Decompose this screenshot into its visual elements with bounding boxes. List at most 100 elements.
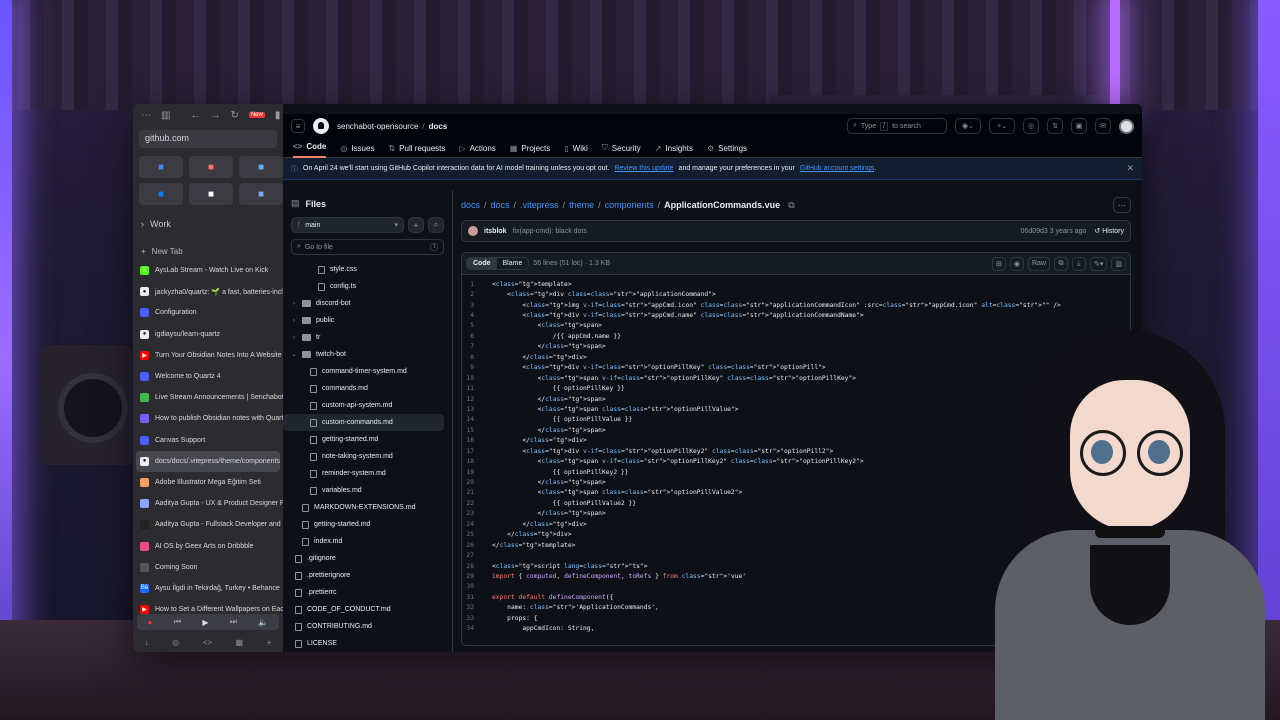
- line-number[interactable]: 12: [462, 396, 492, 403]
- reload-icon[interactable]: ↻: [230, 110, 238, 121]
- tree-file[interactable]: style.css: [283, 261, 452, 278]
- review-update-link[interactable]: Review this update: [614, 165, 673, 172]
- tree-folder[interactable]: › tr: [283, 329, 452, 346]
- tree-file[interactable]: .prettierrc: [283, 584, 452, 601]
- more-options-icon[interactable]: ⋯: [1113, 197, 1131, 213]
- line-number[interactable]: 17: [462, 448, 492, 455]
- sidebar-tab[interactable]: Aaditya Gupta - UX & Product Designer Po: [133, 493, 283, 514]
- line-number[interactable]: 21: [462, 489, 492, 496]
- sidebar-tab[interactable]: ● docs/docs/.vitepress/theme/components/: [136, 450, 280, 472]
- line-number[interactable]: 8: [462, 354, 492, 361]
- sidebar-tab[interactable]: Coming Soon: [133, 557, 283, 578]
- path-segment-link[interactable]: theme: [569, 200, 594, 210]
- sidebar-tab[interactable]: Welcome to Quartz 4: [133, 366, 283, 387]
- line-number[interactable]: 32: [462, 604, 492, 611]
- window-controls-icon[interactable]: ⋯: [141, 110, 151, 121]
- line-number[interactable]: 7: [462, 343, 492, 350]
- line-number[interactable]: 20: [462, 479, 492, 486]
- sidebar-tab[interactable]: K AysLab Stream - Watch Live on Kick: [133, 260, 283, 281]
- sidebar-tab[interactable]: AI OS by Geex Arts on Dribbble: [133, 535, 283, 556]
- tree-file[interactable]: custom-api-system.md: [283, 397, 452, 414]
- dev-icon[interactable]: <>: [203, 638, 212, 647]
- sidebar-tab[interactable]: Live Stream Announcements | Senchabot: [133, 387, 283, 408]
- previous-icon[interactable]: ⏮: [174, 617, 181, 627]
- copilot-icon[interactable]: ◉⌄: [955, 118, 981, 134]
- line-number[interactable]: 10: [462, 375, 492, 382]
- user-avatar[interactable]: [1119, 118, 1134, 134]
- line-number[interactable]: 9: [462, 364, 492, 371]
- tree-file[interactable]: getting-started.md: [283, 516, 452, 533]
- commit-sha[interactable]: 06d09d3: [1021, 228, 1048, 235]
- commit-message[interactable]: fix(app-cmd): black dots: [513, 228, 587, 235]
- branch-select[interactable]: ᚴ main ▾: [291, 217, 404, 233]
- line-number[interactable]: 33: [462, 615, 492, 622]
- tab-pull-requests[interactable]: ⇅ Pull requests: [388, 144, 445, 158]
- tree-file[interactable]: index.md: [283, 533, 452, 550]
- author-avatar[interactable]: [468, 226, 478, 236]
- tree-file[interactable]: reminder-system.md: [283, 465, 452, 482]
- history-button[interactable]: ↺ History: [1094, 227, 1124, 235]
- sidebar-tab[interactable]: Canvas Support: [133, 430, 283, 451]
- spaces-icon[interactable]: ▦: [236, 638, 244, 647]
- tree-file[interactable]: CODE_OF_CONDUCT.md: [283, 601, 452, 618]
- repo-owner-link[interactable]: senchabot-opensource: [337, 122, 418, 131]
- tree-folder[interactable]: › public: [283, 312, 452, 329]
- line-number[interactable]: 26: [462, 542, 492, 549]
- symbols-panel-icon[interactable]: ▥: [1111, 256, 1126, 271]
- tab-security[interactable]: ⛉ Security: [602, 143, 641, 158]
- line-number[interactable]: 31: [462, 594, 492, 601]
- tab-settings[interactable]: ⚙ Settings: [707, 144, 747, 158]
- tree-file[interactable]: custom-commands.md: [283, 414, 444, 431]
- line-number[interactable]: 1: [462, 281, 492, 288]
- line-number[interactable]: 28: [462, 563, 492, 570]
- search-files-button[interactable]: ⌕: [428, 217, 444, 233]
- line-number[interactable]: 6: [462, 333, 492, 340]
- repos-header-icon[interactable]: ▣: [1071, 118, 1087, 134]
- sidebar-tab[interactable]: ● igdiaysu/learn-quartz: [133, 324, 283, 345]
- tree-file[interactable]: config.ts: [283, 278, 452, 295]
- line-number[interactable]: 11: [462, 385, 492, 392]
- tab-actions[interactable]: ▷ Actions: [459, 144, 495, 158]
- line-number[interactable]: 34: [462, 625, 492, 632]
- add-file-button[interactable]: +: [408, 217, 424, 233]
- line-number[interactable]: 4: [462, 312, 492, 319]
- edit-icon[interactable]: ✎▾: [1089, 256, 1108, 271]
- line-number[interactable]: 25: [462, 531, 492, 538]
- issues-header-icon[interactable]: ◎: [1023, 118, 1039, 134]
- github-logo-icon[interactable]: [313, 118, 329, 134]
- tab-issues[interactable]: ◎ Issues: [340, 144, 374, 158]
- tree-file[interactable]: CONTRIBUTING.md: [283, 618, 452, 635]
- pinned-favorite[interactable]: ■: [189, 156, 233, 178]
- tab-projects[interactable]: ▦ Projects: [510, 144, 550, 158]
- account-settings-link[interactable]: GitHub account settings: [800, 165, 874, 172]
- tree-file[interactable]: getting-started.md: [283, 431, 452, 448]
- sidebar-tab[interactable]: Bē Aysu İlgdi in Tekirdağ, Turkey • Behan…: [133, 578, 283, 599]
- sidebar-tab[interactable]: Adobe Illustrator Mega Eğitim Seti: [133, 472, 283, 493]
- add-space-icon[interactable]: +: [267, 638, 272, 647]
- commit-author[interactable]: itsblok: [484, 228, 507, 235]
- copy-icon[interactable]: ⧉: [1053, 256, 1068, 271]
- line-number[interactable]: 3: [462, 302, 492, 309]
- work-space-toggle[interactable]: › Work: [133, 209, 283, 233]
- sidebar-tab[interactable]: ● jackyzha0/quartz: 🌱 a fast, batteries-i…: [133, 281, 283, 302]
- pinned-favorite[interactable]: ■: [189, 183, 233, 205]
- menu-icon[interactable]: ≡: [291, 119, 305, 133]
- media-icon[interactable]: ◎: [172, 638, 179, 647]
- pinned-favorite[interactable]: ■: [139, 183, 183, 205]
- create-new-icon[interactable]: +⌄: [989, 118, 1015, 134]
- line-number[interactable]: 18: [462, 458, 492, 465]
- line-number[interactable]: 13: [462, 406, 492, 413]
- path-segment-link[interactable]: docs: [461, 200, 480, 210]
- copy-path-icon[interactable]: ⧉: [788, 200, 794, 211]
- address-bar[interactable]: github.com: [139, 130, 277, 148]
- new-tab-button[interactable]: + New Tab: [133, 233, 283, 260]
- pulls-header-icon[interactable]: ⇅: [1047, 118, 1063, 134]
- line-number[interactable]: 22: [462, 500, 492, 507]
- tree-folder[interactable]: ⌄ twitch-bot: [283, 346, 452, 363]
- back-icon[interactable]: ←: [190, 110, 200, 121]
- line-number[interactable]: 2: [462, 291, 492, 298]
- tree-file[interactable]: MARKDOWN-EXTENSIONS.md: [283, 499, 452, 516]
- line-number[interactable]: 29: [462, 573, 492, 580]
- line-number[interactable]: 30: [462, 583, 492, 590]
- tree-file[interactable]: note-taking-system.md: [283, 448, 452, 465]
